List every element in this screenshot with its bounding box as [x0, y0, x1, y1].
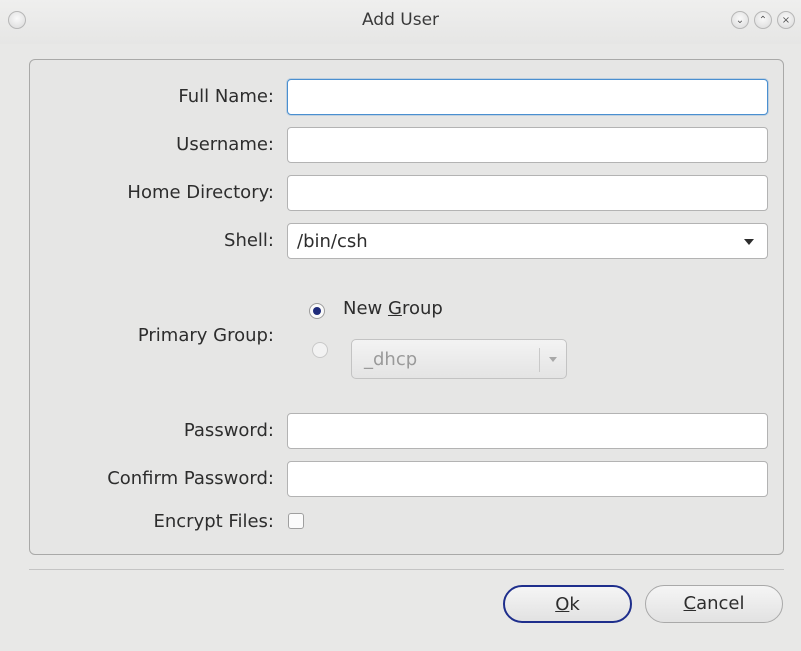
confirm-password-input[interactable]	[287, 461, 768, 497]
home-directory-input[interactable]	[287, 175, 768, 211]
shell-dropdown[interactable]: /bin/csh	[287, 223, 768, 259]
existing-group-value: _dhcp	[364, 349, 418, 370]
password-label: Password:	[183, 420, 274, 441]
confirm-password-label: Confirm Password:	[107, 468, 274, 489]
encrypt-files-label: Encrypt Files:	[153, 511, 275, 532]
full-name-input[interactable]	[287, 79, 768, 115]
minimize-icon[interactable]: ⌄	[731, 11, 749, 29]
title-bar: Add User ⌄ ⌃ ×	[0, 0, 801, 44]
full-name-label: Full Name:	[178, 86, 274, 107]
password-input[interactable]	[287, 413, 768, 449]
encrypt-files-checkbox[interactable]	[288, 513, 304, 529]
separator	[29, 569, 784, 570]
ok-button[interactable]: Ok	[503, 585, 632, 623]
home-directory-label: Home Directory:	[127, 182, 274, 203]
maximize-icon[interactable]: ⌃	[754, 11, 772, 29]
dropdown-separator	[539, 348, 540, 372]
dropdown-arrow-icon	[549, 357, 557, 362]
window-title: Add User	[361, 10, 440, 30]
new-group-radio[interactable]	[309, 303, 325, 319]
shell-label: Shell:	[224, 230, 274, 251]
existing-group-dropdown[interactable]: _dhcp	[351, 339, 567, 379]
primary-group-label: Primary Group:	[137, 325, 274, 346]
shell-value: /bin/csh	[297, 231, 368, 252]
cancel-button[interactable]: Cancel	[645, 585, 783, 623]
username-label: Username:	[176, 134, 274, 155]
new-group-label[interactable]: New Group	[343, 298, 443, 319]
existing-group-radio[interactable]	[312, 342, 328, 358]
dropdown-arrow-icon	[744, 239, 754, 245]
close-icon[interactable]: ×	[777, 11, 795, 29]
username-input[interactable]	[287, 127, 768, 163]
